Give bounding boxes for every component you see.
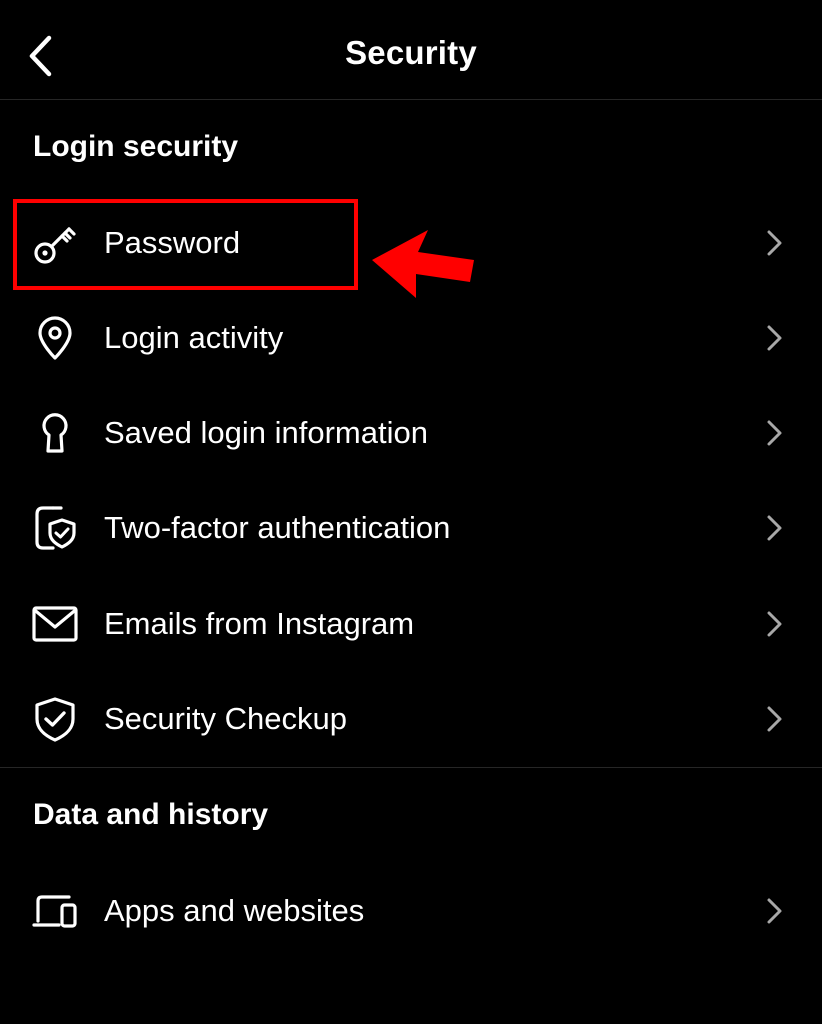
menu-item-two-factor-authentication[interactable]: Two-factor authentication bbox=[0, 480, 822, 576]
menu-item-label: Emails from Instagram bbox=[104, 606, 415, 641]
devices-icon bbox=[32, 895, 77, 928]
location-pin-icon bbox=[38, 316, 72, 360]
chevron-right-icon bbox=[767, 515, 782, 541]
chevron-right-icon bbox=[767, 611, 782, 637]
chevron-right-icon bbox=[767, 420, 782, 446]
menu-item-label: Two-factor authentication bbox=[104, 510, 451, 545]
header-bar: Security bbox=[0, 0, 822, 100]
phone-shield-icon bbox=[35, 506, 76, 550]
menu-item-saved-login-information[interactable]: Saved login information bbox=[0, 385, 822, 481]
menu-item-label: Apps and websites bbox=[104, 893, 365, 928]
page-title: Security bbox=[345, 34, 477, 71]
chevron-right-icon bbox=[767, 325, 782, 351]
menu-item-security-checkup[interactable]: Security Checkup bbox=[0, 671, 822, 767]
red-arrow-icon bbox=[372, 230, 474, 298]
menu-item-label: Login activity bbox=[104, 320, 284, 355]
menu-item-label: Security Checkup bbox=[104, 701, 347, 736]
section-title-login-security: Login security bbox=[33, 130, 239, 163]
shield-check-icon bbox=[35, 697, 75, 742]
menu-item-apps-and-websites[interactable]: Apps and websites bbox=[0, 863, 822, 959]
section-title-data-and-history: Data and history bbox=[33, 798, 269, 831]
highlight-box bbox=[13, 199, 358, 290]
keyhole-icon bbox=[42, 413, 68, 453]
menu-item-label: Saved login information bbox=[104, 415, 428, 450]
chevron-right-icon bbox=[767, 898, 782, 924]
chevron-right-icon bbox=[767, 230, 782, 256]
chevron-right-icon bbox=[767, 706, 782, 732]
envelope-icon bbox=[32, 606, 78, 642]
section-divider bbox=[0, 767, 822, 768]
menu-item-emails-from-instagram[interactable]: Emails from Instagram bbox=[0, 576, 822, 672]
